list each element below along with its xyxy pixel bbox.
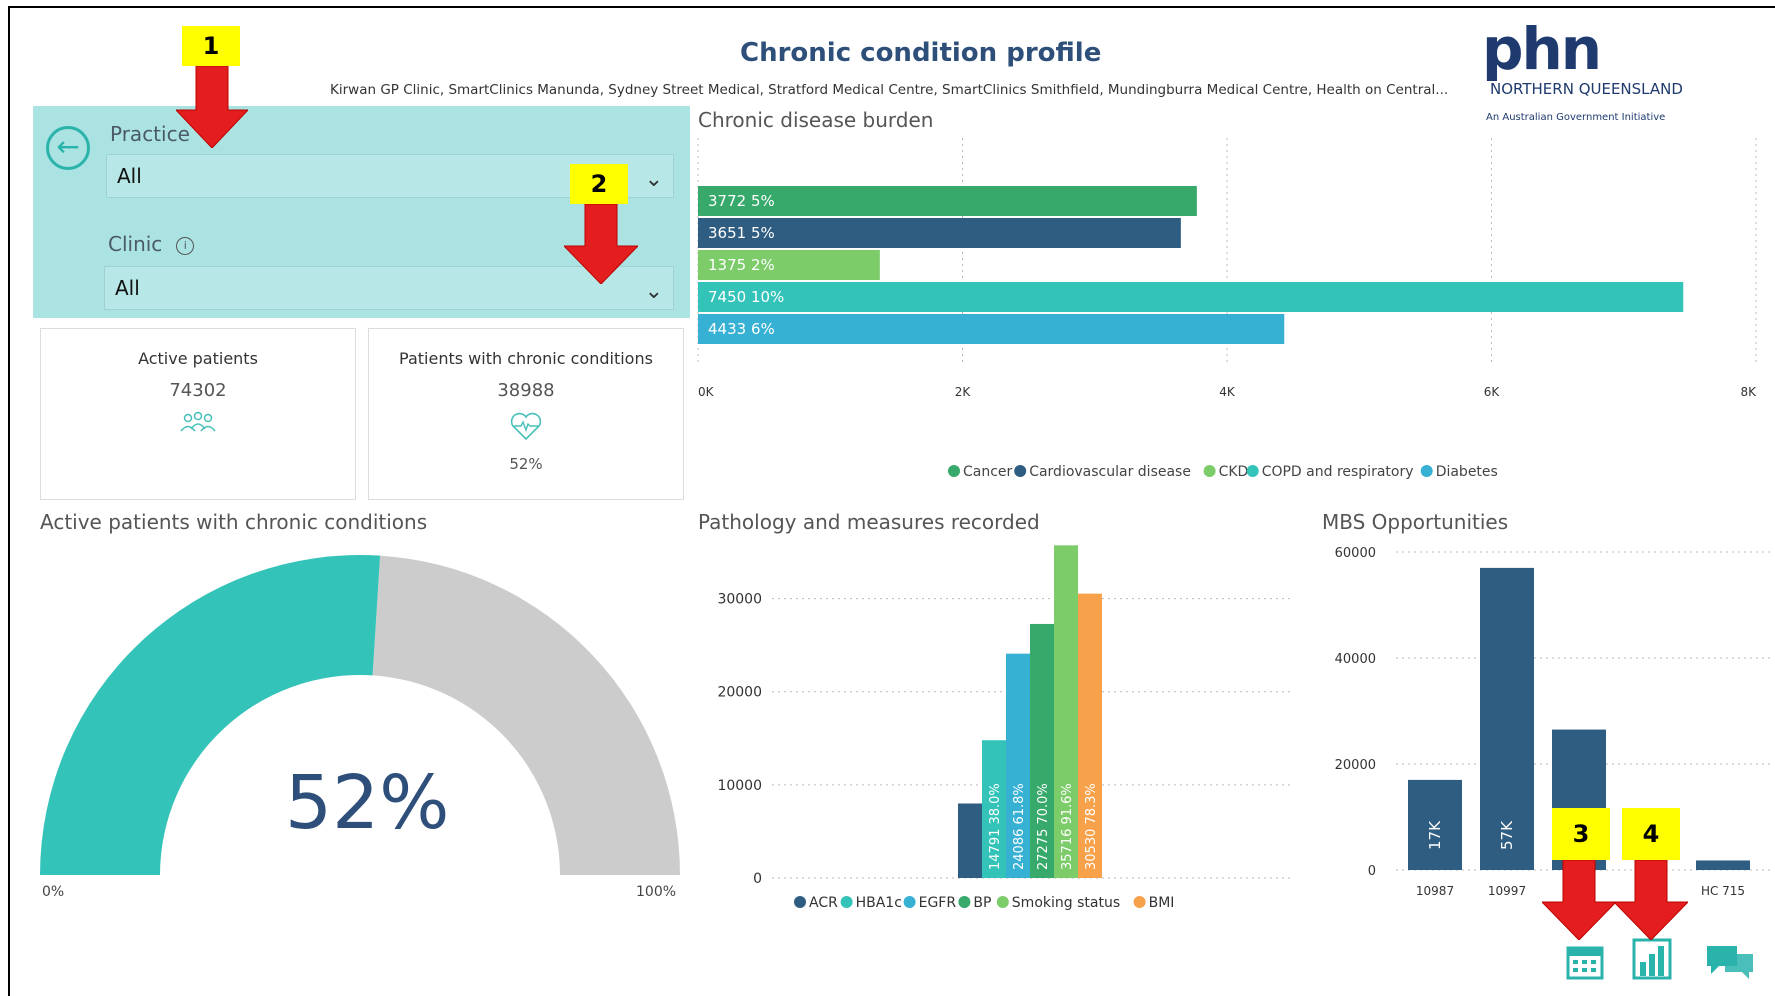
gauge-max-label: 100% bbox=[636, 884, 677, 900]
legend-swatch bbox=[903, 896, 916, 908]
page-title: Chronic condition profile bbox=[740, 38, 1102, 68]
disease-burden-chart: 0K 2K 4K 6K 8K 3772 5% 3651 5% 1375 2% 7450 10% 4… bbox=[697, 138, 1757, 480]
disease-chart-title: Chronic disease burden bbox=[698, 108, 934, 132]
bar-data-label: 35716 91.6% bbox=[1060, 783, 1075, 870]
clinic-label-row: Clinic i bbox=[108, 232, 195, 256]
bar-data-label: 4433 6% bbox=[708, 320, 775, 338]
chevron-down-icon: ⌄ bbox=[644, 279, 663, 304]
y-tick-label: 0 bbox=[753, 871, 762, 887]
x-tick-label: 10997 bbox=[1488, 884, 1526, 898]
chevron-down-icon: ⌄ bbox=[644, 167, 663, 192]
callout-arrow-2 bbox=[564, 204, 638, 284]
legend-swatch bbox=[794, 896, 806, 908]
chat-icon[interactable] bbox=[1705, 944, 1755, 984]
practice-dropdown-value: All bbox=[117, 164, 142, 188]
legend-label: BMI bbox=[1149, 895, 1175, 911]
legend-swatch bbox=[948, 465, 960, 477]
info-icon[interactable]: i bbox=[176, 236, 195, 255]
bar-acr[interactable] bbox=[958, 803, 982, 878]
x-tick-label: HC 715 bbox=[1701, 884, 1745, 898]
card-label: Patients with chronic conditions bbox=[399, 349, 653, 368]
practice-list-subtitle: Kirwan GP Clinic, SmartClinics Manunda, … bbox=[330, 82, 1449, 98]
legend-label: HBA1c bbox=[856, 895, 902, 911]
x-tick-label: 0K bbox=[698, 385, 715, 399]
y-tick-label: 20000 bbox=[1335, 758, 1376, 773]
y-tick-label: 20000 bbox=[717, 685, 762, 701]
card-percent: 52% bbox=[509, 455, 543, 473]
y-tick-label: 0 bbox=[1368, 864, 1376, 879]
card-value: 38988 bbox=[497, 380, 555, 401]
clinic-label: Clinic bbox=[108, 232, 163, 256]
back-button[interactable]: ← bbox=[46, 126, 90, 170]
bar-data-label: 14791 38.0% bbox=[988, 783, 1003, 870]
heart-pulse-icon bbox=[369, 411, 683, 447]
legend-swatch bbox=[958, 896, 971, 908]
y-tick-label: 60000 bbox=[1335, 546, 1376, 561]
x-tick-label: 4K bbox=[1219, 385, 1236, 399]
legend-swatch bbox=[1133, 896, 1146, 908]
legend-label: EGFR bbox=[919, 895, 957, 911]
pathology-chart-title: Pathology and measures recorded bbox=[698, 510, 1040, 534]
phn-logo-word: phn bbox=[1482, 15, 1602, 83]
bar-data-label: 3772 5% bbox=[708, 192, 775, 210]
bar-data-label: 27275 70.0% bbox=[1036, 783, 1051, 870]
legend-swatch bbox=[1203, 465, 1216, 477]
bar-data-label: 17K bbox=[1426, 820, 1444, 850]
phn-logo-tagline: An Australian Government Initiative bbox=[1486, 112, 1666, 123]
y-tick-label: 30000 bbox=[717, 592, 762, 608]
y-tick-label: 10000 bbox=[717, 778, 762, 794]
legend-swatch bbox=[1420, 465, 1433, 477]
bar-chart-icon[interactable] bbox=[1632, 938, 1672, 984]
legend-swatch bbox=[840, 896, 853, 908]
legend-label: Diabetes bbox=[1436, 464, 1498, 480]
legend-label: BP bbox=[973, 895, 991, 911]
legend-swatch bbox=[1246, 465, 1259, 477]
bar-data-label: 57K bbox=[1498, 820, 1516, 850]
legend-label: Smoking status bbox=[1012, 895, 1120, 911]
callout-arrow-4 bbox=[1614, 860, 1688, 940]
legend-label: COPD and respiratory bbox=[1262, 464, 1414, 480]
bar-data-label: 7450 10% bbox=[708, 288, 784, 306]
callout-arrow-3 bbox=[1542, 860, 1616, 940]
back-arrow-icon: ← bbox=[56, 130, 80, 163]
clinic-dropdown-value: All bbox=[115, 276, 140, 300]
x-tick-label: 10987 bbox=[1416, 884, 1454, 898]
chronic-patients-card: Patients with chronic conditions 38988 5… bbox=[368, 328, 684, 500]
legend-label: ACR bbox=[809, 895, 838, 911]
calendar-icon[interactable] bbox=[1565, 940, 1605, 984]
bar-hc-715[interactable] bbox=[1696, 860, 1750, 870]
bar-data-label: 24086 61.8% bbox=[1012, 783, 1027, 870]
gauge-value: 52% bbox=[285, 760, 450, 846]
phn-logo-region: NORTHERN QUEENSLAND bbox=[1490, 80, 1683, 98]
bar-data-label: 3651 5% bbox=[708, 224, 775, 242]
legend-swatch bbox=[1014, 465, 1027, 477]
callout-1: 1 bbox=[182, 26, 240, 66]
bar-data-label: 1375 2% bbox=[708, 256, 775, 274]
x-tick-label: 8K bbox=[1740, 385, 1757, 399]
people-icon bbox=[41, 411, 355, 441]
gauge-min-label: 0% bbox=[42, 884, 65, 900]
legend-label: Cancer bbox=[963, 464, 1013, 480]
card-value: 74302 bbox=[169, 380, 227, 401]
callout-2: 2 bbox=[570, 164, 628, 204]
callout-4: 4 bbox=[1622, 808, 1680, 860]
gauge-title: Active patients with chronic conditions bbox=[40, 510, 428, 534]
mbs-chart-title: MBS Opportunities bbox=[1322, 510, 1509, 534]
mbs-chart: 020000400006000017K1098757K10997GPHC 715 bbox=[1335, 546, 1771, 898]
bar-copd-and-respiratory[interactable] bbox=[698, 282, 1684, 312]
legend-label: CKD bbox=[1219, 464, 1249, 480]
pathology-chart: 0 10000 20000 30000 14791 38.0% 24086 61.8% 27… bbox=[717, 545, 1290, 911]
bar-diabetes[interactable] bbox=[698, 314, 1285, 344]
callout-3: 3 bbox=[1552, 808, 1610, 860]
active-patients-card: Active patients 74302 bbox=[40, 328, 356, 500]
callout-arrow-1 bbox=[176, 66, 248, 148]
bar-data-label: 30530 78.3% bbox=[1084, 783, 1099, 870]
card-label: Active patients bbox=[138, 349, 258, 368]
legend-swatch bbox=[996, 896, 1009, 908]
x-tick-label: 6K bbox=[1484, 385, 1501, 399]
legend-label: Cardiovascular disease bbox=[1029, 464, 1191, 480]
x-tick-label: 2K bbox=[955, 385, 972, 399]
y-tick-label: 40000 bbox=[1335, 652, 1376, 667]
